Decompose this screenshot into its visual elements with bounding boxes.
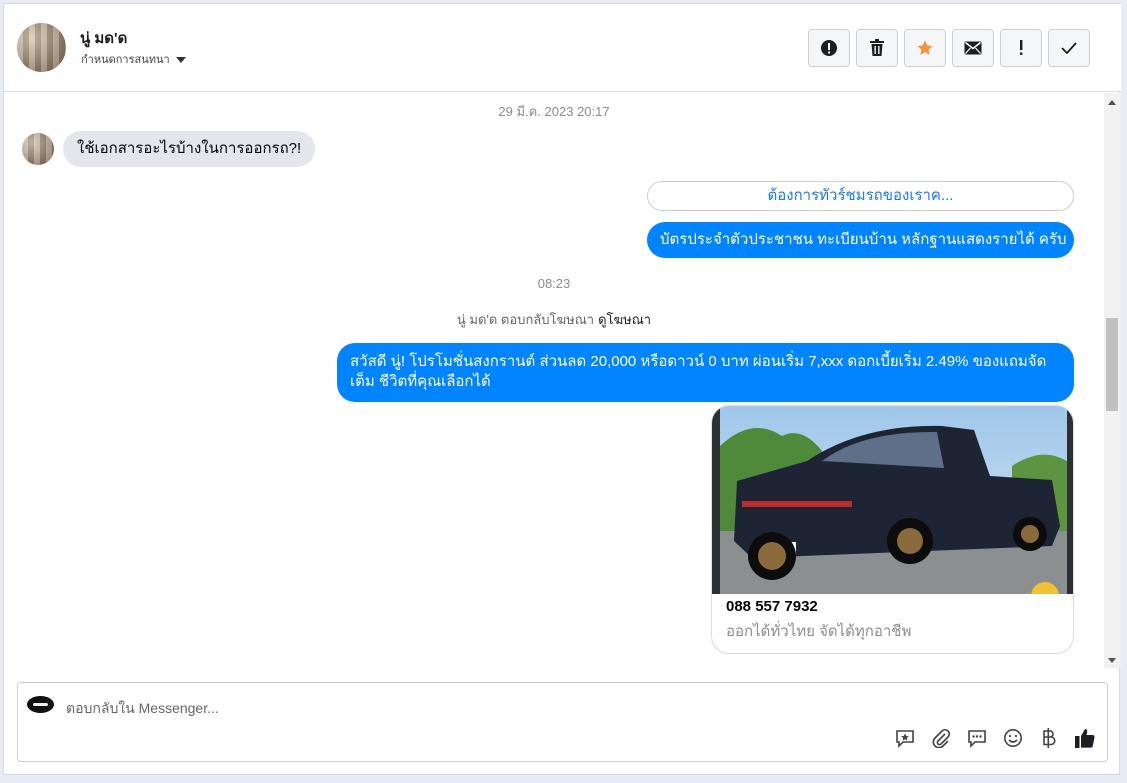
outgoing-message: บัตรประจำตัวประชาชน ทะเบียนบ้าน หลักฐานแ… [647,222,1074,258]
ad-reply-text: นู่ มด'ด ตอบกลับโฆษณา [456,312,595,327]
schedule-label: กำหนดการสนทนา [81,54,170,66]
caret-down-icon [175,56,186,63]
message-timestamp: 29 มี.ค. 2023 20:17 [498,104,610,119]
attach-button[interactable] [930,727,952,749]
composer-tools [894,727,1096,749]
payment-button[interactable] [1038,727,1060,749]
trash-icon [870,39,884,56]
conversation-header: นู่ มด'ด กำหนดการสนทนา [4,4,1121,92]
conversation-schedule-dropdown[interactable]: กำหนดการสนทนา [81,50,186,68]
comment-button[interactable] [966,727,988,749]
thread-scrollbar[interactable] [1104,93,1121,668]
important-button[interactable] [1000,29,1042,67]
outgoing-message: สวัสดี นู่! โปรโมชั่นสงกรานต์ ส่วนลด 20,… [337,343,1074,402]
reply-input[interactable]: ตอบกลับใน Messenger... [66,698,219,720]
incoming-message: ใช้เอกสารอะไรบ้างในการออกรถ?! [63,131,316,167]
baht-icon [1043,728,1056,748]
quick-reply-button[interactable]: ต้องการทัวร์ชมรถของเราค... [647,181,1074,211]
ad-reply-note: นู่ มด'ด ตอบกลับโฆษณา ดูโฆษณา [4,309,1104,330]
emoji-icon [1004,729,1022,747]
report-button[interactable] [808,29,850,67]
saved-reply-icon [896,730,914,748]
report-icon [821,40,837,56]
view-ad-link[interactable]: ดูโฆษณา [598,312,651,327]
header-actions [808,29,1090,67]
attachment-icon [932,728,951,748]
inbox-window: นู่ มด'ด กำหนดการสนทนา 29 มี.ค. 2023 20:… [3,3,1121,775]
message-timestamp: 08:23 [537,276,571,291]
like-button[interactable] [1074,727,1096,749]
scroll-up-arrow-icon[interactable] [1108,100,1116,105]
reply-composer[interactable]: ตอบกลับใน Messenger... [17,682,1108,762]
mail-icon [964,41,982,55]
ad-card[interactable]: 088 557 7932 ออกได้ทั่วไทย จัดได้ทุกอาชี… [711,405,1074,654]
done-button[interactable] [1048,29,1090,67]
mail-button[interactable] [952,29,994,67]
scroll-thumb[interactable] [1106,318,1118,411]
message-thread: 29 มี.ค. 2023 20:17 ใช้เอกสารอะไรบ้างในก… [4,93,1104,668]
star-button[interactable] [904,29,946,67]
ad-image [712,406,1073,594]
contact-name[interactable]: นู่ มด'ด [80,26,127,50]
star-icon [917,40,933,55]
comment-icon [968,730,986,748]
contact-avatar[interactable] [17,23,66,72]
check-icon [1061,42,1077,54]
saved-reply-button[interactable] [894,727,916,749]
ad-card-subtitle: ออกได้ทั่วไทย จัดได้ทุกอาชีพ [726,623,912,640]
delete-button[interactable] [856,29,898,67]
important-icon [1020,40,1023,55]
scroll-down-arrow-icon[interactable] [1108,658,1116,663]
page-logo [27,696,54,713]
like-icon [1075,729,1095,748]
sender-avatar[interactable] [22,133,54,165]
ad-card-title: 088 557 7932 [726,598,818,615]
emoji-button[interactable] [1002,727,1024,749]
